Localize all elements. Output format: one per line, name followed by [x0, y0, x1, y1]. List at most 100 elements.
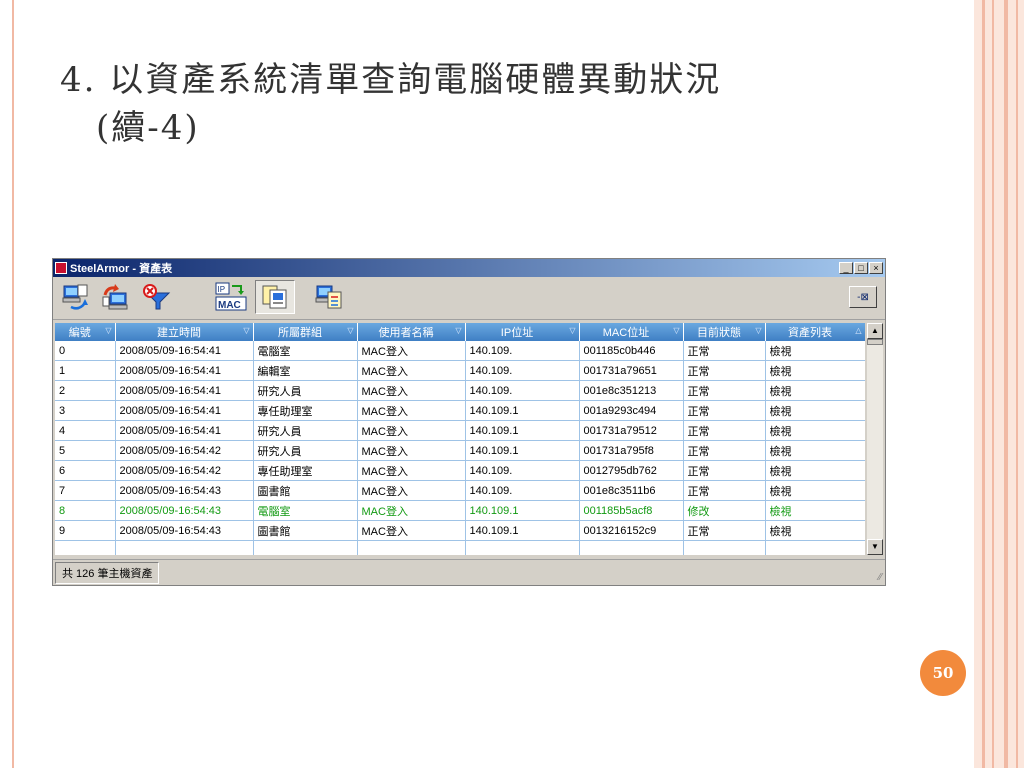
cell-user-text: MAC登入: [361, 405, 408, 418]
filter-icon[interactable]: ▽: [455, 326, 461, 335]
cell-status: 正常: [683, 380, 766, 401]
cell-ip: 140.109.1: [465, 520, 580, 541]
pin-button[interactable]: -⊠: [849, 286, 877, 308]
cell-mac: 0012795db762: [579, 460, 684, 481]
table-row[interactable]: 9 2008/05/09-16:54:43 圖書館 MAC登入 140.109.1 001…: [55, 520, 865, 541]
column-header-group[interactable]: 所屬群組 ▽: [253, 323, 358, 341]
table-row[interactable]: 1 2008/05/09-16:54:41 編輯室 MAC登入 140.109. 0017…: [55, 360, 865, 381]
cell-created-text: 2008/05/09-16:54:41: [119, 384, 222, 397]
cell-user: MAC登入: [357, 341, 466, 361]
cell-created-text: 2008/05/09-16:54:43: [119, 504, 222, 517]
cell-group: 電腦室: [253, 341, 358, 361]
column-header-id[interactable]: 編號 ▽: [55, 323, 116, 341]
cell-id: 8: [55, 500, 116, 521]
asset-window: SteelArmor - 資產表 _ □ × IP MAC -⊠ 編號 ▽ 建立…: [52, 258, 886, 586]
filter-icon[interactable]: ▽: [755, 326, 761, 335]
cell-action[interactable]: 檢視: [765, 360, 865, 381]
cell-action[interactable]: 檢視: [765, 480, 865, 501]
table-row[interactable]: 2 2008/05/09-16:54:41 研究人員 MAC登入 140.109. 001…: [55, 380, 865, 401]
filter-icon[interactable]: ▽: [673, 326, 679, 335]
table-row-partial: [55, 540, 865, 555]
table-row[interactable]: 4 2008/05/09-16:54:41 研究人員 MAC登入 140.109.1 00…: [55, 420, 865, 441]
cell-ip-text: 140.109.: [469, 344, 513, 357]
column-header-label: 使用者名稱: [378, 327, 434, 339]
cell-action-text: 檢視: [769, 365, 792, 378]
column-header-created[interactable]: 建立時間 ▽: [115, 323, 254, 341]
cell-id-text: 9: [59, 524, 66, 537]
cell-action-text: 檢視: [769, 345, 792, 358]
column-header-mac[interactable]: MAC位址 ▽: [579, 323, 684, 341]
cell-group: 專任助理室: [253, 400, 358, 421]
minimize-button[interactable]: _: [839, 262, 853, 274]
cell-action-text: 檢視: [769, 485, 792, 498]
column-header-status[interactable]: 目前狀態 ▽: [683, 323, 766, 341]
cell-id-text: 7: [59, 484, 66, 497]
resize-grip-icon[interactable]: ⁄⁄: [879, 572, 882, 583]
cell-action[interactable]: 檢視: [765, 380, 865, 401]
cell-action[interactable]: 檢視: [765, 460, 865, 481]
cell-group-text: 專任助理室: [257, 465, 313, 478]
computer-refresh-icon[interactable]: [57, 280, 95, 314]
table-row[interactable]: 8 2008/05/09-16:54:43 電腦室 MAC登入 140.109.1 001…: [55, 500, 865, 521]
cell-user-text: MAC登入: [361, 485, 408, 498]
redaction-mask: [518, 525, 559, 536]
cell-mac-text: 001731a795f8: [583, 444, 654, 457]
column-header-ip[interactable]: IP位址 ▽: [465, 323, 580, 341]
cell-mac-text: 0013216152c9: [583, 524, 657, 537]
status-bar: 共 126 筆主機資產 ⁄⁄: [53, 559, 885, 586]
vertical-scrollbar[interactable]: ▲ ▼: [867, 323, 883, 555]
cell-group-text: 研究人員: [257, 445, 302, 458]
cell-created-text: 2008/05/09-16:54:42: [119, 464, 222, 477]
column-header-asset-list[interactable]: 資產列表 △: [765, 323, 865, 341]
scroll-up-icon[interactable]: ▲: [867, 323, 883, 339]
table-row[interactable]: 7 2008/05/09-16:54:43 圖書館 MAC登入 140.109. 001e…: [55, 480, 865, 501]
cell-action[interactable]: 檢視: [765, 500, 865, 521]
window-titlebar[interactable]: SteelArmor - 資產表 _ □ ×: [53, 259, 885, 277]
cell-empty: [683, 540, 766, 555]
cell-mac-text: 0012795db762: [583, 464, 657, 477]
redaction-mask: [512, 365, 553, 376]
cell-group: 專任助理室: [253, 460, 358, 481]
cell-id: 0: [55, 341, 116, 361]
filter-icon[interactable]: ▽: [569, 326, 575, 335]
computer-report-icon[interactable]: [309, 280, 349, 314]
maximize-button[interactable]: □: [854, 262, 868, 274]
cell-ip-text: 140.109.: [469, 384, 513, 397]
cell-id: 3: [55, 400, 116, 421]
filter-clear-icon[interactable]: [137, 280, 175, 314]
cell-action[interactable]: 檢視: [765, 341, 865, 361]
cell-mac: 0013216152c9: [579, 520, 684, 541]
scroll-down-icon[interactable]: ▼: [867, 539, 883, 555]
cell-action[interactable]: 檢視: [765, 440, 865, 461]
cell-mac-text: 001731a79512: [583, 424, 657, 437]
table-row[interactable]: 3 2008/05/09-16:54:41 專任助理室 MAC登入 140.109.1 0…: [55, 400, 865, 421]
svg-text:IP: IP: [218, 285, 226, 294]
table-row[interactable]: 6 2008/05/09-16:54:42 專任助理室 MAC登入 140.109. 00…: [55, 460, 865, 481]
cell-ip-text: 140.109.: [469, 364, 513, 377]
cell-created: 2008/05/09-16:54:43: [115, 520, 254, 541]
cell-empty: [765, 540, 865, 555]
cell-group-text: 電腦室: [257, 505, 291, 518]
table-row[interactable]: 5 2008/05/09-16:54:42 研究人員 MAC登入 140.109.1 00…: [55, 440, 865, 461]
scroll-thumb[interactable]: [867, 339, 883, 345]
cell-action[interactable]: 檢視: [765, 420, 865, 441]
asset-list-icon[interactable]: [255, 280, 295, 314]
cell-mac: 001731a79512: [579, 420, 684, 441]
sort-ascending-icon[interactable]: △: [855, 326, 861, 335]
ip-mac-icon[interactable]: IP MAC: [211, 280, 251, 314]
cell-mac: 001731a79651: [579, 360, 684, 381]
cell-created-text: 2008/05/09-16:54:41: [119, 344, 222, 357]
cell-action[interactable]: 檢視: [765, 520, 865, 541]
cell-empty: [465, 540, 580, 555]
filter-icon[interactable]: ▽: [105, 326, 111, 335]
filter-icon[interactable]: ▽: [347, 326, 353, 335]
column-header-user[interactable]: 使用者名稱 ▽: [357, 323, 466, 341]
cell-ip: 140.109.: [465, 360, 580, 381]
cell-action[interactable]: 檢視: [765, 400, 865, 421]
table-row[interactable]: 0 2008/05/09-16:54:41 電腦室 MAC登入 140.109. 0011…: [55, 341, 865, 361]
computer-import-icon[interactable]: [97, 280, 135, 314]
filter-icon[interactable]: ▽: [243, 326, 249, 335]
cell-user: MAC登入: [357, 480, 466, 501]
cell-id: 9: [55, 520, 116, 541]
close-button[interactable]: ×: [869, 262, 883, 274]
